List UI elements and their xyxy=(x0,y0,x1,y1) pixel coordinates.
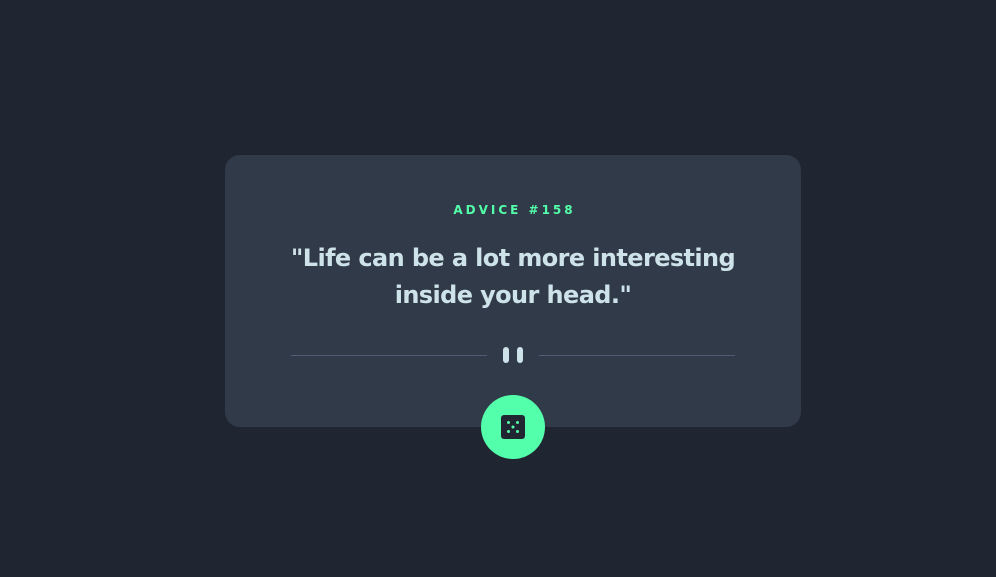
pause-bar-right xyxy=(517,347,523,363)
divider-line-left xyxy=(291,355,487,356)
divider xyxy=(291,347,735,363)
advice-card: ADVICE #158 "Life can be a lot more inte… xyxy=(225,155,801,427)
dice-icon xyxy=(501,415,525,439)
page-background: ADVICE #158 "Life can be a lot more inte… xyxy=(0,0,996,577)
pause-bar-left xyxy=(503,347,509,363)
advice-quote: "Life can be a lot more interesting insi… xyxy=(290,244,736,309)
dice-button[interactable] xyxy=(481,395,545,459)
divider-line-right xyxy=(539,355,735,356)
pause-icon xyxy=(503,347,523,363)
advice-number: ADVICE #158 xyxy=(453,203,576,217)
